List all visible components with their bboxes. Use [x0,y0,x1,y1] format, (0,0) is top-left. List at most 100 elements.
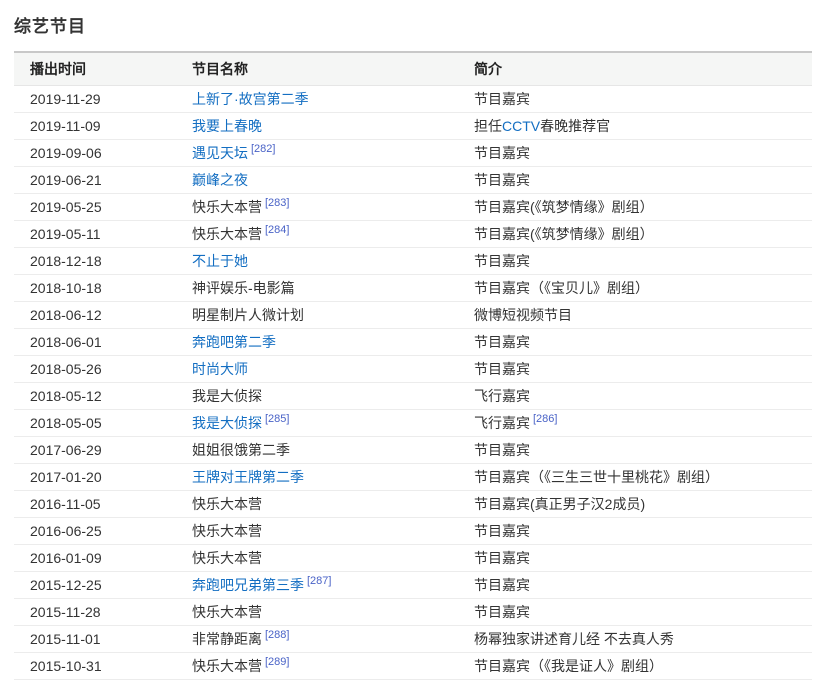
air-date-cell: 2019-06-21 [14,167,176,194]
program-name-link[interactable]: 时尚大师 [192,361,248,377]
table-row: 2016-06-25 快乐大本营 节目嘉宾 [14,518,812,545]
program-name-cell: 我是大侦探 [176,383,458,410]
citation-ref[interactable]: [288] [265,629,289,641]
program-name-cell: 快乐大本营 [176,545,458,572]
table-row: 2019-05-25快乐大本营[283]节目嘉宾(《筑梦情缘》剧组） [14,194,812,221]
program-name-link[interactable]: 我要上春晚 [192,118,262,134]
air-date-cell: 2019-11-29 [14,86,176,113]
description-cell: 节目嘉宾 [458,545,812,572]
description-cell: 节目嘉宾(真正男子汉2成员) [458,491,812,518]
air-date-cell: 2019-05-11 [14,221,176,248]
citation-ref[interactable]: [287] [307,575,331,587]
program-name-link[interactable]: 不止于她 [192,253,248,269]
program-name-cell: 我要上春晚 [176,113,458,140]
description-text: 节目嘉宾(《筑梦情缘》剧组） [474,199,654,215]
description-cell: 杨幂独家讲述育儿经 不去真人秀 [458,626,812,653]
description-link[interactable]: CCTV [502,118,540,134]
program-name-text: 快乐大本营 [192,523,262,539]
description-cell: 飞行嘉宾[286] [458,410,812,437]
program-name-link[interactable]: 奔跑吧兄弟第三季 [192,577,304,593]
table-row: 2018-05-12我是大侦探飞行嘉宾 [14,383,812,410]
table-body: 2019-11-29上新了·故宫第二季节目嘉宾2019-11-09我要上春晚担任… [14,86,812,680]
description-text: 节目嘉宾（《宝贝儿》剧组） [474,280,649,296]
table-row: 2017-01-20王牌对王牌第二季节目嘉宾（《三生三世十里桃花》剧组） [14,464,812,491]
table-row: 2018-06-01奔跑吧第二季节目嘉宾 [14,329,812,356]
citation-ref[interactable]: [286] [533,413,557,425]
program-name-text: 我是大侦探 [192,388,262,404]
description-text: 节目嘉宾 [474,550,530,566]
air-date-cell: 2016-06-25 [14,518,176,545]
column-header-description: 简介 [458,52,812,86]
description-text: 飞行嘉宾 [474,415,530,431]
air-date-cell: 2015-10-31 [14,653,176,680]
description-text: 节目嘉宾(《筑梦情缘》剧组） [474,226,654,242]
description-cell: 节目嘉宾 [458,518,812,545]
citation-ref[interactable]: [283] [265,197,289,209]
table-row: 2015-10-31快乐大本营[289]节目嘉宾（《我是证人》剧组） [14,653,812,680]
description-text: 担任 [474,118,502,134]
air-date-cell: 2015-12-25 [14,572,176,599]
table-row: 2015-12-25 奔跑吧兄弟第三季[287] 节目嘉宾 [14,572,812,599]
description-cell: 节目嘉宾（《宝贝儿》剧组） [458,275,812,302]
table-row: 2018-12-18不止于她节目嘉宾 [14,248,812,275]
description-text: 节目嘉宾(真正男子汉2成员) [474,496,645,512]
program-name-cell: 姐姐很饿第二季 [176,437,458,464]
program-name-cell: 我是大侦探[285] [176,410,458,437]
air-date-cell: 2018-12-18 [14,248,176,275]
citation-ref[interactable]: [285] [265,413,289,425]
table-row: 2019-11-29 上新了·故宫第二季 节目嘉宾 [14,86,812,113]
program-name-cell: 快乐大本营 [176,518,458,545]
air-date-cell: 2018-06-12 [14,302,176,329]
table-row: 2016-01-09快乐大本营节目嘉宾 [14,545,812,572]
description-text: 节目嘉宾（《三生三世十里桃花》剧组） [474,469,719,485]
program-name-link[interactable]: 王牌对王牌第二季 [192,469,304,485]
program-name-cell: 快乐大本营[283] [176,194,458,221]
description-text: 微博短视频节目 [474,307,572,323]
program-name-link[interactable]: 遇见天坛 [192,145,248,161]
air-date-cell: 2018-10-18 [14,275,176,302]
air-date-cell: 2017-06-29 [14,437,176,464]
air-date-cell: 2019-09-06 [14,140,176,167]
description-text: 节目嘉宾（《我是证人》剧组） [474,658,663,674]
citation-ref[interactable]: [282] [251,143,275,155]
program-name-cell: 非常静距离[288] [176,626,458,653]
program-name-cell: 遇见天坛[282] [176,140,458,167]
air-date-cell: 2018-05-05 [14,410,176,437]
description-cell: 节目嘉宾 [458,329,812,356]
citation-ref[interactable]: [289] [265,656,289,668]
program-name-link[interactable]: 上新了·故宫第二季 [192,91,309,107]
program-name-cell: 巅峰之夜 [176,167,458,194]
program-name-text: 姐姐很饿第二季 [192,442,290,458]
table-row: 2018-05-26 时尚大师 节目嘉宾 [14,356,812,383]
air-date-cell: 2015-11-01 [14,626,176,653]
table-row: 2018-05-05我是大侦探[285]飞行嘉宾[286] [14,410,812,437]
description-text: 杨幂独家讲述育儿经 不去真人秀 [474,631,674,647]
program-name-cell: 快乐大本营[284] [176,221,458,248]
description-cell: 节目嘉宾 [458,86,812,113]
table-row: 2019-09-06遇见天坛[282]节目嘉宾 [14,140,812,167]
table-row: 2016-11-05快乐大本营节目嘉宾(真正男子汉2成员) [14,491,812,518]
description-text: 节目嘉宾 [474,577,530,593]
program-name-link[interactable]: 我是大侦探 [192,415,262,431]
air-date-cell: 2019-11-09 [14,113,176,140]
description-cell: 节目嘉宾 [458,140,812,167]
program-name-text: 快乐大本营 [192,226,262,242]
description-cell: 担任CCTV春晚推荐官 [458,113,812,140]
citation-ref[interactable]: [284] [265,224,289,236]
program-name-cell: 快乐大本营 [176,491,458,518]
air-date-cell: 2018-05-26 [14,356,176,383]
description-cell: 节目嘉宾（《我是证人》剧组） [458,653,812,680]
description-cell: 节目嘉宾(《筑梦情缘》剧组） [458,194,812,221]
program-name-text: 快乐大本营 [192,550,262,566]
table-row: 2018-10-18神评娱乐-电影篇节目嘉宾（《宝贝儿》剧组） [14,275,812,302]
program-name-link[interactable]: 巅峰之夜 [192,172,248,188]
air-date-cell: 2016-11-05 [14,491,176,518]
program-name-text: 明星制片人微计划 [192,307,304,323]
description-text: 节目嘉宾 [474,361,530,377]
description-cell: 节目嘉宾(《筑梦情缘》剧组） [458,221,812,248]
table-row: 2019-05-11快乐大本营[284]节目嘉宾(《筑梦情缘》剧组） [14,221,812,248]
description-text: 节目嘉宾 [474,604,530,620]
program-name-cell: 奔跑吧第二季 [176,329,458,356]
program-name-link[interactable]: 奔跑吧第二季 [192,334,276,350]
program-name-cell: 明星制片人微计划 [176,302,458,329]
